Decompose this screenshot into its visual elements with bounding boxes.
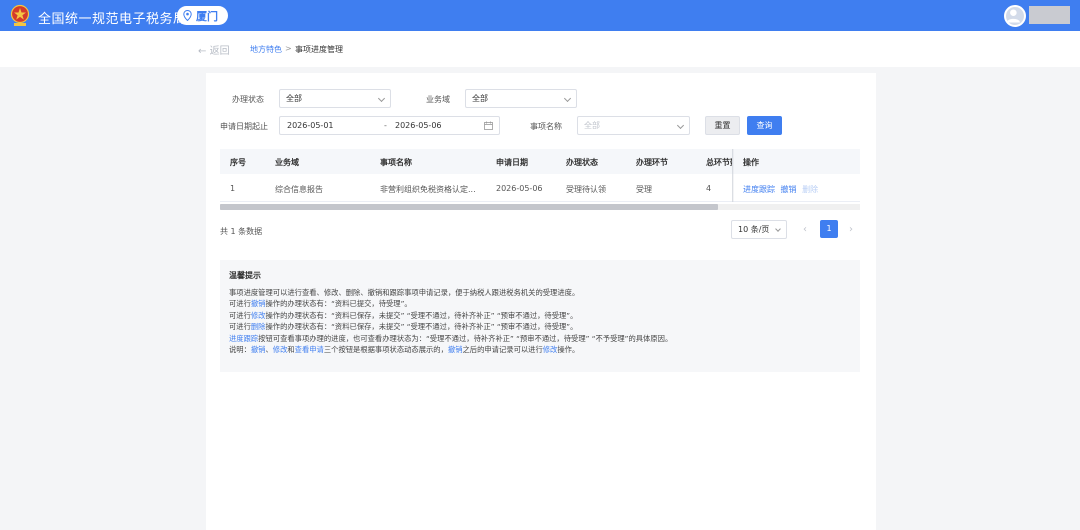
query-button[interactable]: 查询 <box>747 116 782 135</box>
tip-text: 操作的办理状态有：“资料已保存，未提交” “受理不通过，待补齐补正” “预审不通… <box>265 310 578 320</box>
tip-text: 、 <box>265 345 273 355</box>
calendar-icon <box>484 121 493 130</box>
chevron-down-icon <box>377 94 386 103</box>
col-item: 事项名称 <box>380 158 412 167</box>
tip-line-3: 可进行修改操作的办理状态有：“资料已保存，未提交” “受理不通过，待补齐补正” … <box>229 310 851 321</box>
username-masked[interactable] <box>1029 6 1070 24</box>
back-label: 返回 <box>209 46 230 57</box>
tip-text: 可进行 <box>229 310 251 320</box>
cell-step: 受理 <box>636 185 652 194</box>
domain-select-value: 全部 <box>472 94 488 103</box>
date-end[interactable]: 2026-05-06 <box>395 121 442 130</box>
tip-revoke-link: 撤销 <box>250 299 266 309</box>
tip-line-5: 进度跟踪按钮可查看事项办理的进度，也可查看办理状态为：“受理不通过，待补齐补正”… <box>229 333 851 344</box>
table-header: 序号 业务域 事项名称 申请日期 办理状态 办理环节 总环节数 操作 <box>220 149 860 174</box>
fixed-column-shadow <box>732 149 734 202</box>
tip-modify-link: 修改 <box>272 345 288 355</box>
tip-line-1: 事项进度管理可以进行查看、修改、删除、撤销和跟踪事项申请记录，便于纳税人跟进税务… <box>229 288 580 297</box>
date-separator: - <box>384 121 387 130</box>
cell-item: 非营利组织免税资格认定... <box>380 185 476 194</box>
delete-link[interactable]: 删除 <box>802 185 818 194</box>
domain-select[interactable]: 全部 <box>465 89 577 108</box>
chevron-down-icon <box>563 94 572 103</box>
col-index: 序号 <box>230 158 246 167</box>
breadcrumb-current: 事项进度管理 <box>295 45 343 54</box>
tip-delete-link: 删除 <box>250 322 266 332</box>
cell-actions: 进度跟踪 撤销 删除 <box>743 184 818 195</box>
location-pin-icon <box>183 10 192 21</box>
tip-line-2: 可进行撤销操作的办理状态有：“资料已提交，待受理”。 <box>229 298 851 309</box>
col-actions: 操作 <box>743 158 759 167</box>
item-select-placeholder: 全部 <box>584 121 600 130</box>
progress-table: 序号 业务域 事项名称 申请日期 办理状态 办理环节 总环节数 操作 1 综合信… <box>220 149 860 207</box>
revoke-link[interactable]: 撤销 <box>781 185 797 194</box>
tip-revoke-link: 撤销 <box>447 345 463 355</box>
date-range-picker[interactable]: 2026-05-01 - 2026-05-06 <box>279 116 500 135</box>
tip-revoke-link: 撤销 <box>250 345 266 355</box>
track-progress-link[interactable]: 进度跟踪 <box>743 185 775 194</box>
reset-button[interactable]: 重置 <box>705 116 740 135</box>
city-name: 厦门 <box>196 9 218 23</box>
cell-domain: 综合信息报告 <box>275 185 323 194</box>
tip-text: 说明： <box>229 345 251 355</box>
status-select[interactable]: 全部 <box>279 89 391 108</box>
tip-text: 按钮可查看事项办理的进度，也可查看办理状态为：“受理不通过，待补齐补正” “预审… <box>258 333 673 343</box>
item-label: 事项名称 <box>530 122 562 131</box>
tip-modify-link: 修改 <box>250 310 266 320</box>
tip-track-link: 进度跟踪 <box>229 333 259 343</box>
status-label: 办理状态 <box>232 95 264 104</box>
arrow-left-icon: ← <box>198 46 207 57</box>
breadcrumb-separator: > <box>285 44 292 53</box>
site-title[interactable]: 全国统一规范电子税务局 <box>38 8 187 27</box>
col-date: 申请日期 <box>496 158 528 167</box>
top-header: 全国统一规范电子税务局 厦门 <box>0 0 1080 31</box>
table-row: 1 综合信息报告 非营利组织免税资格认定... 2026-05-06 受理待认领… <box>220 174 860 202</box>
scrollbar-thumb[interactable] <box>220 204 718 210</box>
col-total: 总环节数 <box>706 158 732 167</box>
tip-modify-link: 修改 <box>542 345 558 355</box>
tip-text: 和 <box>287 345 295 355</box>
tip-text: 操作的办理状态有：“资料已保存，未提交” “受理不通过，待补齐补正” “预审不通… <box>265 322 578 332</box>
prev-page-button[interactable]: ‹ <box>803 224 807 235</box>
col-step: 办理环节 <box>636 158 668 167</box>
domain-label: 业务域 <box>426 95 450 104</box>
tip-line-6: 说明：撤销、修改和查看申请三个按钮是根据事项状态动态展示的，撤销之后的申请记录可… <box>229 344 851 355</box>
col-status: 办理状态 <box>566 158 598 167</box>
tip-view-link: 查看申请 <box>294 345 324 355</box>
page-size-select[interactable]: 10 条/页 <box>731 220 787 239</box>
col-domain: 业务域 <box>275 158 299 167</box>
cell-total: 4 <box>706 184 712 193</box>
tip-text: 之后的申请记录可以进行 <box>462 345 543 355</box>
tip-text: 操作的办理状态有：“资料已提交，待受理”。 <box>265 299 412 309</box>
tip-line-4: 可进行删除操作的办理状态有：“资料已保存，未提交” “受理不通过，待补齐补正” … <box>229 321 851 332</box>
tip-text: 可进行 <box>229 322 251 332</box>
date-label: 申请日期起止 <box>220 122 268 131</box>
tip-text: 可进行 <box>229 299 251 309</box>
tips-title: 温馨提示 <box>229 271 261 280</box>
user-avatar-icon[interactable] <box>1004 5 1026 27</box>
tax-emblem-icon <box>10 4 30 26</box>
page-size-value: 10 条/页 <box>738 225 770 234</box>
cell-date: 2026-05-06 <box>496 184 543 193</box>
page-1-button[interactable]: 1 <box>820 220 838 238</box>
tips-panel: 温馨提示 事项进度管理可以进行查看、修改、删除、撤销和跟踪事项申请记录，便于纳税… <box>220 260 860 372</box>
status-select-value: 全部 <box>286 94 302 103</box>
main-card: 办理状态 全部 业务域 全部 申请日期起止 2026-05-01 - 2026-… <box>206 73 876 530</box>
cell-index: 1 <box>230 184 236 193</box>
tip-text: 三个按钮是根据事项状态动态展示的， <box>323 345 448 355</box>
tip-text: 操作。 <box>557 345 580 355</box>
next-page-button[interactable]: › <box>849 224 853 235</box>
chevron-down-icon <box>676 121 685 130</box>
city-selector[interactable]: 厦门 <box>177 6 228 25</box>
breadcrumb-level1[interactable]: 地方特色 <box>250 44 282 55</box>
table-horizontal-scrollbar[interactable] <box>220 204 860 210</box>
item-select[interactable]: 全部 <box>577 116 690 135</box>
breadcrumb: ← 返回 地方特色 > 事项进度管理 <box>0 31 1080 67</box>
total-count: 共 1 条数据 <box>220 227 263 236</box>
back-button[interactable]: ← 返回 <box>198 42 230 57</box>
date-start[interactable]: 2026-05-01 <box>287 121 334 130</box>
cell-status: 受理待认领 <box>566 185 606 194</box>
chevron-down-icon <box>775 226 781 232</box>
